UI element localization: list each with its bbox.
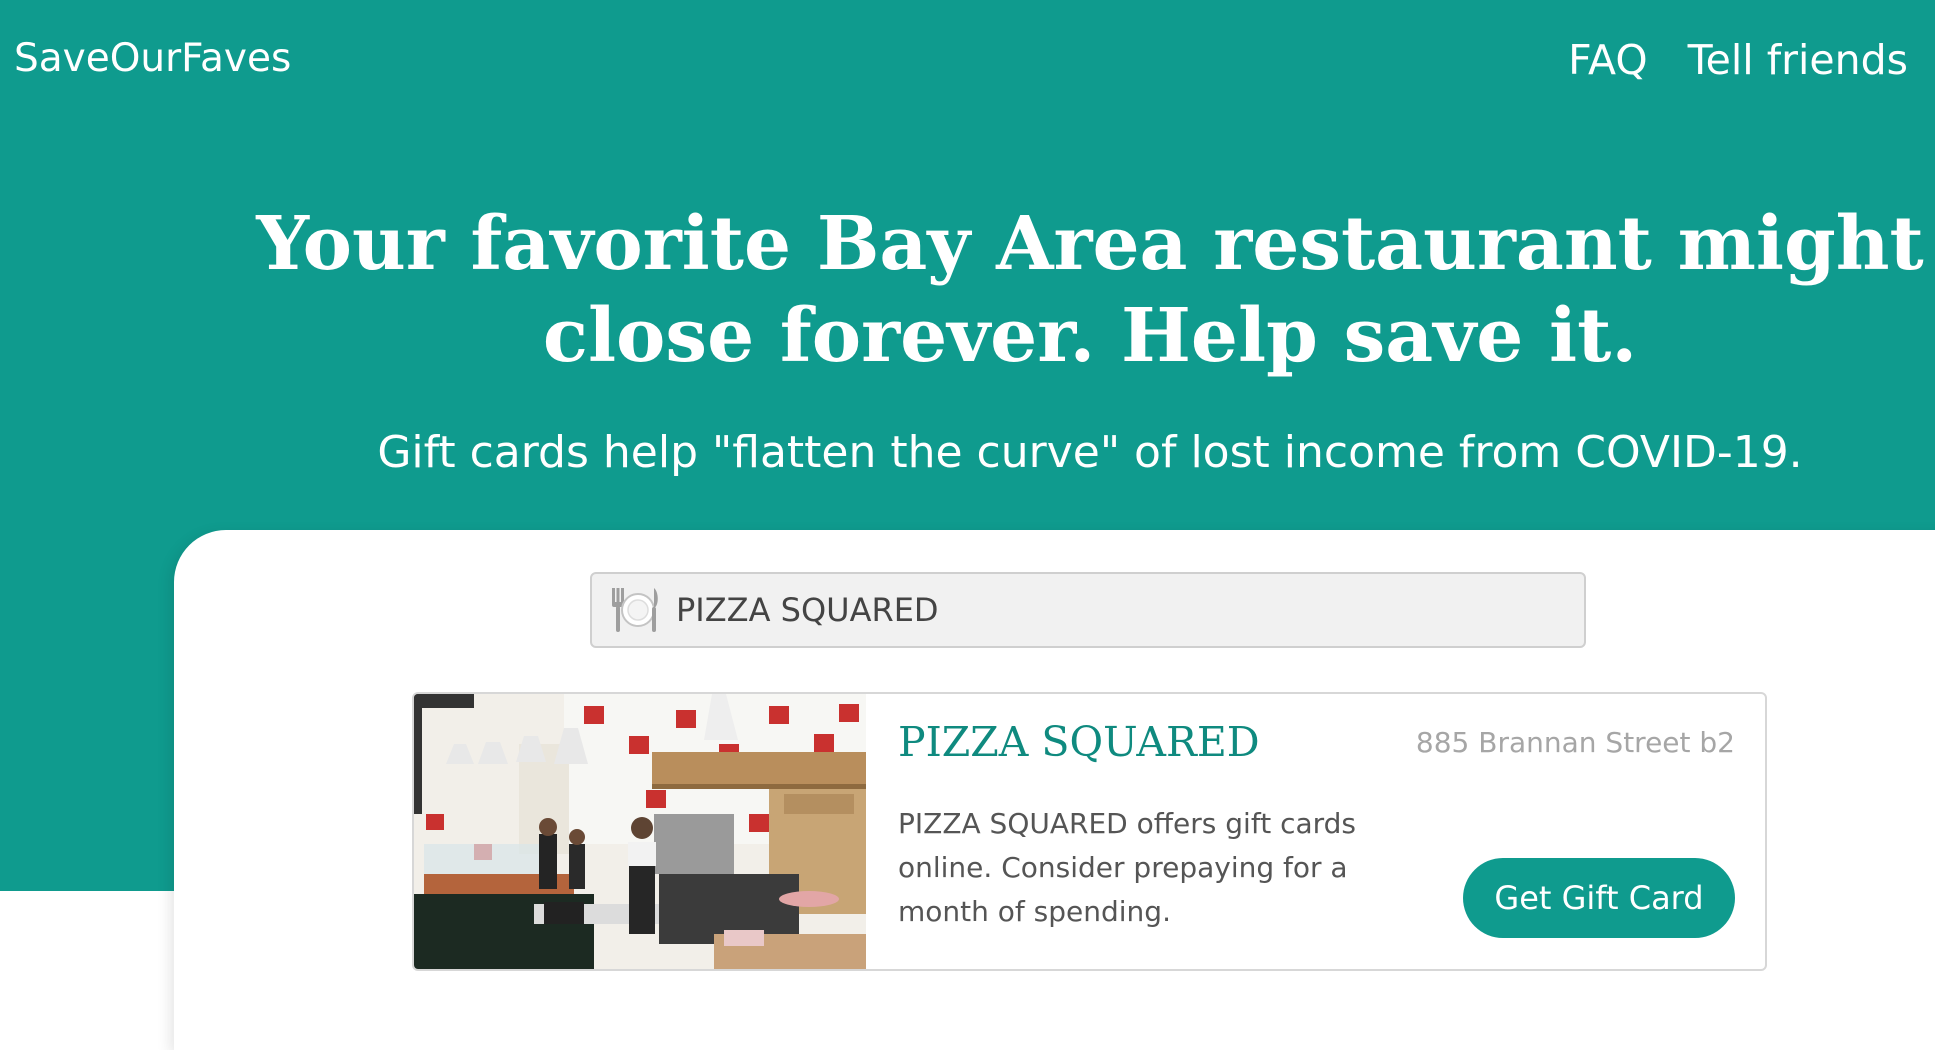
plate-cutlery-icon [606,582,662,638]
nav-tell-friends-link[interactable]: Tell friends [1688,36,1908,84]
search-input[interactable] [662,579,1584,641]
restaurant-search [590,572,1586,648]
hero-subhead: Gift cards help "flatten the curve" of l… [377,427,1803,478]
hero-headline: Your favorite Bay Area restaurant might … [256,201,1924,379]
restaurant-interior-photo [414,694,866,969]
restaurant-address: 885 Brannan Street b2 [1415,726,1735,759]
nav-faq-link[interactable]: FAQ [1568,36,1647,84]
top-nav: SaveOurFaves FAQ Tell friends [0,0,1935,120]
restaurant-card: PIZZA SQUARED 885 Brannan Street b2 PIZZ… [412,692,1767,971]
get-gift-card-button[interactable]: Get Gift Card [1463,858,1735,938]
restaurant-name[interactable]: PIZZA SQUARED [898,718,1260,766]
nav-links: FAQ Tell friends [1568,36,1908,84]
restaurant-description: PIZZA SQUARED offers gift cards online. … [898,807,1357,928]
brand-logo-link[interactable]: SaveOurFaves [14,36,291,81]
